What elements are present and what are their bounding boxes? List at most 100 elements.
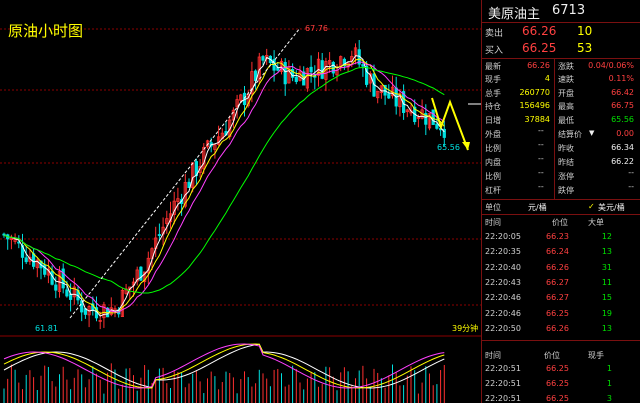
stat-label: 最低 — [558, 116, 574, 125]
stat-label: 涨跌 — [558, 62, 574, 71]
stat-label: 比例 — [485, 172, 501, 181]
trade-time: 22:20:50 — [485, 323, 521, 333]
trade-time: 22:20:43 — [485, 277, 521, 287]
stat-label: 昨结 — [558, 158, 574, 167]
symbol-name: 美原油主 — [488, 7, 541, 22]
unit-toggle[interactable]: 美元/桶 — [598, 202, 625, 213]
ma-line-4 — [3, 66, 445, 294]
ticks-col-vol: 现手 — [588, 351, 604, 360]
tick-price: 66.25 — [546, 379, 569, 388]
high-label: 67.76 — [305, 24, 328, 33]
stat-label: 开盘 — [558, 89, 574, 98]
tick-time: 22:20:51 — [485, 394, 521, 403]
empty-dashes: -- — [628, 182, 634, 191]
unit-value: 元/桶 — [528, 203, 547, 212]
stat-value: 0.04/0.06% — [588, 61, 634, 70]
ma-line-1 — [3, 55, 445, 317]
divider — [482, 58, 640, 59]
candle-body — [320, 60, 324, 79]
candle-body — [32, 253, 36, 267]
trade-volume: 13 — [601, 323, 612, 333]
empty-dashes: -- — [538, 168, 544, 177]
sell-qty: 10 — [577, 24, 593, 38]
tick-time: 22:20:51 — [485, 364, 521, 373]
trades-col-price: 价位 — [552, 218, 568, 227]
stat-label: 现手 — [485, 75, 501, 84]
stat-value: 0.11% — [608, 74, 634, 83]
candle-body — [435, 123, 439, 129]
stat-label: 总手 — [485, 89, 501, 98]
stat-label: 持仓 — [485, 102, 501, 111]
low-label: 61.81 — [35, 324, 58, 333]
divider — [482, 22, 640, 23]
empty-dashes: -- — [538, 154, 544, 163]
caret-down-icon[interactable]: ▼ — [589, 129, 594, 137]
buy-qty: 53 — [577, 41, 593, 55]
buy-price: 66.25 — [522, 41, 557, 55]
candle-body — [294, 76, 298, 82]
quote-panel: 美原油主 6713 卖出 66.26 10 买入 66.25 53 最新 66.2… — [481, 0, 640, 403]
stat-label: 内盘 — [485, 158, 501, 167]
sell-price: 66.26 — [522, 24, 557, 38]
symbol-code: 6713 — [552, 3, 586, 18]
trades-col-vol: 大单 — [588, 218, 604, 227]
symbol-header[interactable]: 美原油主 6713 — [482, 0, 640, 22]
candle-body — [361, 64, 365, 67]
unit-label: 单位 — [485, 203, 501, 212]
trade-time: 22:20:35 — [485, 247, 521, 257]
stat-label: 跌停 — [558, 186, 574, 195]
stat-label: 昨收 — [558, 144, 574, 153]
stat-label: 涨停 — [558, 172, 574, 181]
column-divider — [554, 58, 555, 199]
stat-value: 0.00 — [616, 129, 634, 138]
stat-label: 杠杆 — [485, 186, 501, 195]
trade-volume: 11 — [601, 277, 612, 287]
empty-dashes: -- — [538, 126, 544, 135]
stat-value: 66.34 — [611, 143, 634, 152]
divider — [482, 199, 640, 200]
stat-value: 65.56 — [611, 115, 634, 124]
checkmark-icon: ✓ — [588, 202, 595, 211]
trade-time: 22:20:40 — [485, 262, 521, 272]
tick-price: 66.25 — [546, 364, 569, 373]
candle-body — [65, 289, 69, 297]
candle-body — [387, 93, 391, 99]
divider — [482, 214, 640, 215]
stat-value: 260770 — [519, 88, 550, 97]
candlestick-chart-svg[interactable]: 67.76 61.81 65.56 39分钟 — [0, 0, 481, 403]
stat-label: 日增 — [485, 116, 501, 125]
stat-label: 速跌 — [558, 75, 574, 84]
empty-dashes: -- — [538, 182, 544, 191]
stat-label: 最高 — [558, 102, 574, 111]
candle-body — [24, 257, 28, 263]
arrow-head-icon — [462, 142, 470, 150]
trade-price: 66.23 — [546, 232, 569, 241]
last-price-label: 65.56 — [437, 143, 460, 152]
candle-body — [283, 61, 287, 85]
ma-line-2 — [3, 58, 445, 315]
candle-body — [157, 234, 161, 236]
trade-time: 22:20:05 — [485, 232, 521, 241]
stat-label: 外盘 — [485, 130, 501, 139]
trade-price: 66.24 — [546, 247, 569, 257]
trade-volume: 15 — [601, 293, 612, 303]
price-chart[interactable]: 67.76 61.81 65.56 39分钟 原油小时图 — [0, 0, 481, 403]
ma-line-3 — [3, 61, 445, 313]
stat-value: 66.75 — [611, 101, 634, 110]
trade-price: 66.26 — [546, 323, 569, 333]
trade-volume: 13 — [601, 247, 612, 257]
tick-volume: 3 — [606, 394, 612, 403]
candle-body — [431, 109, 435, 125]
tick-time: 22:20:51 — [485, 379, 521, 388]
divider — [482, 340, 640, 341]
chart-title: 原油小时图 — [8, 22, 84, 40]
trade-volume: 31 — [601, 262, 612, 272]
stat-label: 结算价 — [558, 130, 582, 139]
tick-volume: 1 — [606, 379, 612, 388]
candle-body — [309, 66, 313, 73]
stat-value: 66.22 — [611, 157, 634, 166]
stat-label: 最新 — [485, 62, 501, 71]
trade-volume: 12 — [601, 232, 612, 241]
stat-value: 66.26 — [527, 61, 550, 70]
trade-volume: 19 — [601, 308, 612, 318]
